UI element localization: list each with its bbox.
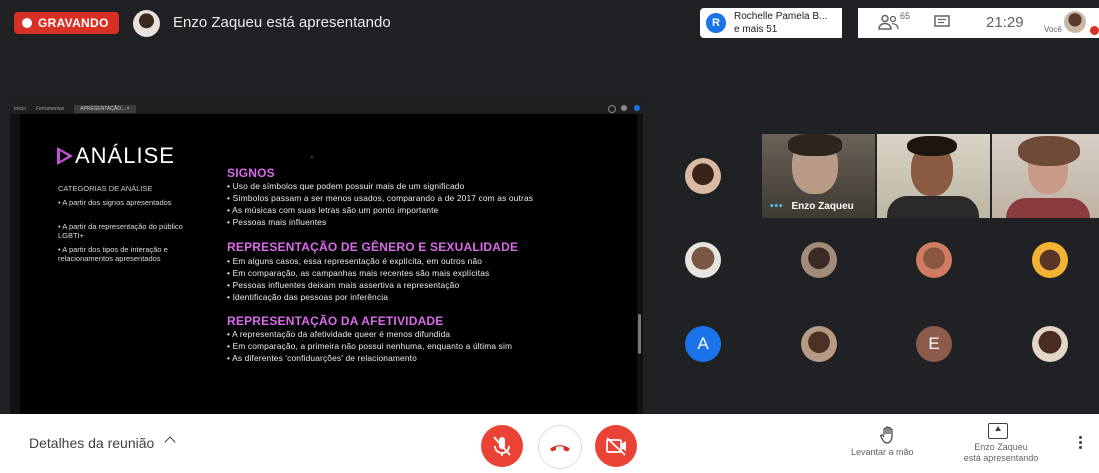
participants-chip[interactable]: R Rochelle Pamela B... e mais 51 [700, 8, 842, 38]
category-text: A partir dos signos apresentados [62, 198, 172, 207]
participant-hair [907, 136, 957, 156]
people-icon[interactable] [878, 14, 900, 30]
participant-video[interactable] [877, 134, 990, 218]
you-label: Você [1044, 25, 1062, 34]
raise-hand-label[interactable]: Levantar a mão [851, 447, 914, 457]
slide-scrollbar[interactable] [637, 114, 643, 414]
tab-presentation-label: APRESENTAÇÃO... [80, 105, 126, 112]
speaker-name-label: ••• Enzo Zaqueu [770, 201, 854, 212]
participant-avatar[interactable] [685, 158, 721, 194]
section-title: SIGNOS [227, 166, 275, 180]
section-line: • Pessoas influentes deixam mais asserti… [227, 280, 460, 290]
chat-icon[interactable] [934, 15, 950, 29]
category-item: • A partir dos tipos de interação e rela… [58, 245, 168, 263]
present-screen-icon[interactable] [988, 423, 1008, 439]
section-line: • As músicas com suas letras são um pont… [227, 205, 439, 215]
speaker-video[interactable]: ••• Enzo Zaqueu [762, 134, 875, 218]
section-line-text: Uso de símbolos que podem possuir mais d… [232, 181, 465, 191]
section-line-text: As músicas com suas letras são um ponto … [232, 205, 439, 215]
record-dot-icon [22, 18, 32, 28]
more-options-icon[interactable] [1079, 436, 1083, 452]
meeting-details-link[interactable]: Detalhes da reunião [29, 435, 154, 451]
user-icon[interactable] [621, 105, 627, 111]
section-line-text: Pessoas mais influentes [232, 217, 327, 227]
tab-inicio[interactable]: Início [14, 106, 26, 112]
section-line: • Símbolos passam a ser menos usados, co… [227, 193, 534, 203]
meeting-clock: 21:29 [986, 14, 1024, 31]
section-line-text: Pessoas influentes deixam mais assertiva… [232, 280, 460, 290]
section-line: • A representação da afetividade queer é… [227, 329, 451, 339]
participant-name: Rochelle Pamela B... [734, 11, 828, 22]
participant-avatar[interactable] [801, 242, 837, 278]
scroll-thumb[interactable] [638, 314, 641, 354]
people-count: 65 [900, 11, 911, 21]
section-line: • Em comparação, as campanhas mais recen… [227, 268, 490, 278]
section-line-text: A representação da afetividade queer é m… [232, 329, 451, 339]
section-title: REPRESENTAÇÃO DA AFETIVIDADE [227, 314, 444, 328]
tab-presentation[interactable]: APRESENTAÇÃO... × [74, 104, 136, 113]
help-icon[interactable] [608, 105, 616, 113]
section-line: • As diferentes 'confiduarções' de relac… [227, 353, 417, 363]
top-right-controls: 65 21:29 Você [858, 8, 1099, 38]
categories-title: CATEGORIAS DE ANÁLISE [58, 184, 153, 193]
browser-icon[interactable] [634, 105, 640, 111]
slide-title: ANÁLISE [75, 143, 175, 168]
participant-shirt [1006, 198, 1090, 218]
category-text: A partir da representação do público LGB… [58, 222, 183, 240]
participant-avatar: R [706, 13, 726, 33]
hang-up-icon [550, 445, 570, 452]
participant-avatar-letter[interactable]: E [916, 326, 952, 362]
participant-avatar[interactable] [685, 242, 721, 278]
participant-grid: ••• Enzo Zaqueu A E [646, 134, 1099, 384]
hang-up-button[interactable] [538, 425, 582, 469]
slide-tab-bar: Início Ferramentas APRESENTAÇÃO... × [10, 103, 643, 114]
participant-avatar-letter[interactable]: A [685, 326, 721, 362]
participant-avatar[interactable] [1032, 326, 1068, 362]
section-line: • Identificação das pessoas por inferênc… [227, 292, 389, 302]
bottom-bar: Detalhes da reunião Levantar a mão Enzo … [0, 414, 1099, 469]
close-icon[interactable]: × [127, 106, 130, 112]
category-item: • A partir da representação do público L… [58, 222, 183, 240]
recording-badge: GRAVANDO [14, 12, 119, 34]
section-line-text: Em comparação, a primeira não possui nen… [232, 341, 513, 351]
tab-ferramentas[interactable]: Ferramentas [36, 106, 64, 112]
section-line-text: Em alguns casos, essa representação é ex… [232, 256, 483, 266]
presenter-status: está apresentando [963, 453, 1039, 463]
speaker-hair [788, 134, 842, 156]
participant-more: e mais 51 [734, 24, 778, 35]
section-line: • Uso de símbolos que podem possuir mais… [227, 181, 465, 191]
play-triangle-icon [57, 147, 73, 165]
section-line: • Pessoas mais influentes [227, 217, 327, 227]
self-avatar[interactable] [1064, 11, 1086, 33]
participant-shirt [887, 196, 979, 218]
shared-screen: Início Ferramentas APRESENTAÇÃO... × ANÁ… [10, 103, 643, 414]
cursor-icon: ⌕ [310, 154, 314, 161]
meeting-stage: GRAVANDO Enzo Zaqueu está apresentando R… [0, 0, 1099, 414]
presenter-name: Enzo Zaqueu [974, 442, 1028, 452]
participant-hair [1018, 136, 1080, 166]
speaking-indicator-icon: ••• [770, 201, 784, 212]
section-title: REPRESENTAÇÃO DE GÊNERO E SEXUALIDADE [227, 240, 519, 254]
participant-avatar[interactable] [1032, 242, 1068, 278]
section-line: • Em comparação, a primeira não possui n… [227, 341, 513, 351]
participant-video[interactable] [992, 134, 1099, 218]
notification-badge [1090, 26, 1099, 35]
presenting-status: Enzo Zaqueu está apresentando [173, 14, 391, 31]
participant-avatar[interactable] [916, 242, 952, 278]
recording-label: GRAVANDO [38, 16, 109, 30]
chevron-up-icon[interactable] [164, 436, 176, 448]
raise-hand-icon[interactable] [880, 426, 896, 444]
category-item: • A partir dos signos apresentados [58, 198, 172, 207]
section-line: • Em alguns casos, essa representação é … [227, 256, 483, 266]
section-line-text: Símbolos passam a ser menos usados, comp… [232, 193, 534, 203]
presentation-slide: ANÁLISE ⌕ CATEGORIAS DE ANÁLISE • A part… [20, 114, 637, 414]
presenter-avatar [133, 10, 160, 37]
category-text: A partir dos tipos de interação e relaci… [58, 245, 168, 263]
speaker-name: Enzo Zaqueu [791, 201, 854, 212]
section-line-text: Em comparação, as campanhas mais recente… [232, 268, 490, 278]
section-line-text: As diferentes 'confiduarções' de relacio… [232, 353, 417, 363]
participant-avatar[interactable] [801, 326, 837, 362]
section-line-text: Identificação das pessoas por inferência [232, 292, 389, 302]
slide-side-strip [10, 114, 20, 414]
